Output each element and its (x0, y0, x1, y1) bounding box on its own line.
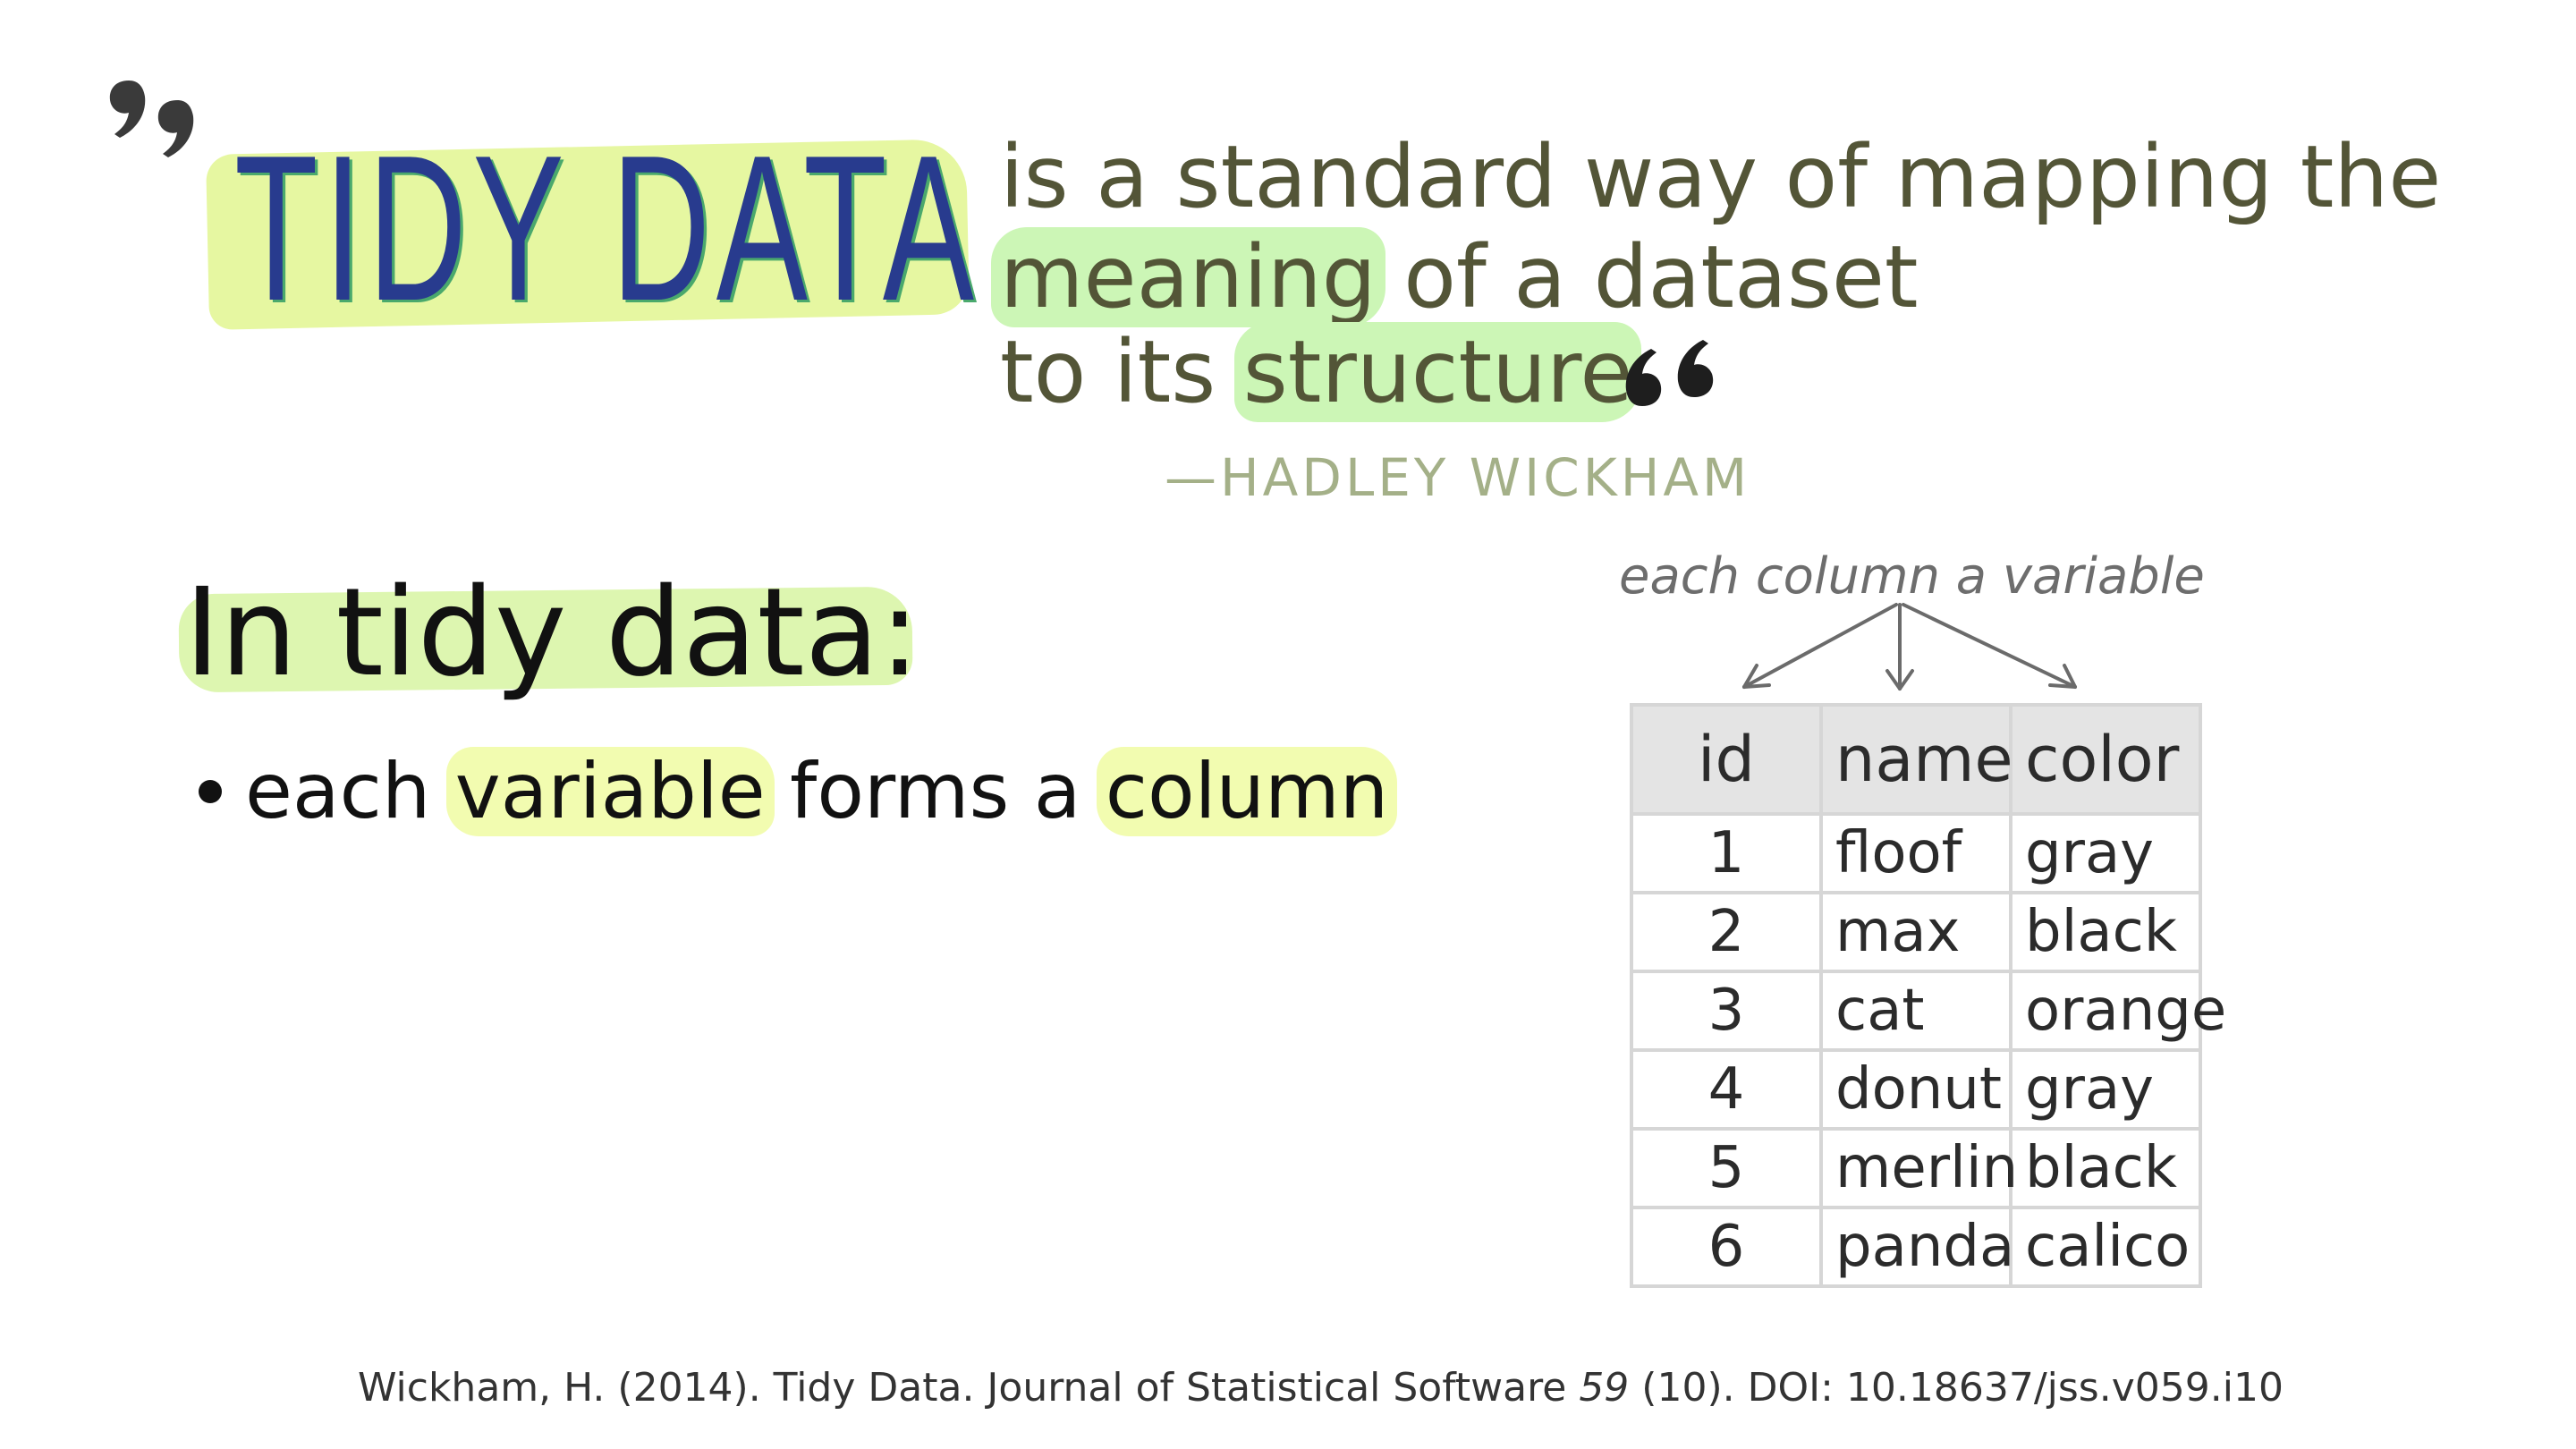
cell-name: floof (1819, 812, 2012, 894)
principle-bullet: each variable forms a column (199, 747, 1398, 836)
quote-line-3: to its structure. (1000, 322, 1660, 422)
cell-name: max (1819, 891, 2012, 973)
cell-color: gray (2009, 1048, 2202, 1131)
citation-pre: Wickham, H. (2014). Tidy Data. Journal o… (358, 1365, 1580, 1411)
cell-color: gray (2009, 812, 2202, 894)
quote-line-2: meaning of a dataset (991, 227, 1919, 327)
close-quote-icon (1625, 340, 1714, 406)
table-row: 1 floof gray (1630, 812, 2202, 894)
tidy-data-table: id name color 1 floof gray 2 max black 3… (1630, 703, 2226, 1288)
cell-name: merlin (1819, 1127, 2018, 1209)
tidy-data-title: TIDY DATA (234, 113, 980, 344)
header-name: name (1819, 703, 2013, 816)
cell-name: donut (1819, 1048, 2012, 1131)
citation-volume: 59 (1579, 1365, 1630, 1411)
citation-post: (10). DOI: 10.18637/jss.v059.i10 (1629, 1365, 2284, 1411)
quote-line-1: is a standard way of mapping the (1000, 127, 2442, 227)
open-quote-icon (109, 80, 194, 157)
table-row: 5 merlin black (1630, 1127, 2202, 1209)
bullet-text-pre: each (245, 747, 455, 836)
cell-id: 5 (1630, 1127, 1823, 1209)
cell-id: 3 (1630, 970, 1823, 1052)
cell-id: 4 (1630, 1048, 1823, 1131)
quote-line-2-rest: of a dataset (1376, 227, 1919, 327)
principle-heading: In tidy data: (184, 563, 920, 704)
table-header-row: id name color (1630, 703, 2202, 816)
bullet-dot-icon (199, 779, 222, 803)
table-row: 6 panda calico (1630, 1206, 2202, 1288)
cell-name: cat (1819, 970, 2012, 1052)
cell-color: orange (2009, 970, 2226, 1052)
meaning-highlight: meaning (991, 227, 1385, 327)
cell-id: 6 (1630, 1206, 1823, 1288)
bullet-text-mid: forms a (765, 747, 1106, 836)
structure-highlight: structure (1233, 322, 1642, 422)
cell-id: 1 (1630, 812, 1823, 894)
cell-color: black (2009, 1127, 2202, 1209)
column-highlight: column (1096, 747, 1398, 836)
table-caption: each column a variable (1619, 547, 2205, 606)
table-row: 3 cat orange (1630, 970, 2226, 1052)
variable-highlight: variable (445, 747, 775, 836)
table-row: 4 donut gray (1630, 1048, 2202, 1131)
cell-color: black (2009, 891, 2202, 973)
header-color: color (2009, 703, 2202, 816)
cell-id: 2 (1630, 891, 1823, 973)
header-id: id (1630, 703, 1823, 816)
citation: Wickham, H. (2014). Tidy Data. Journal o… (358, 1365, 2284, 1411)
quote-author: —HADLEY WICKHAM (1165, 447, 1751, 508)
table-row: 2 max black (1630, 891, 2202, 973)
cell-name: panda (1819, 1206, 2014, 1288)
cell-color: calico (2009, 1206, 2202, 1288)
quote-line-3-pre: to its (1000, 322, 1243, 422)
column-arrows-icon (1742, 603, 2077, 691)
